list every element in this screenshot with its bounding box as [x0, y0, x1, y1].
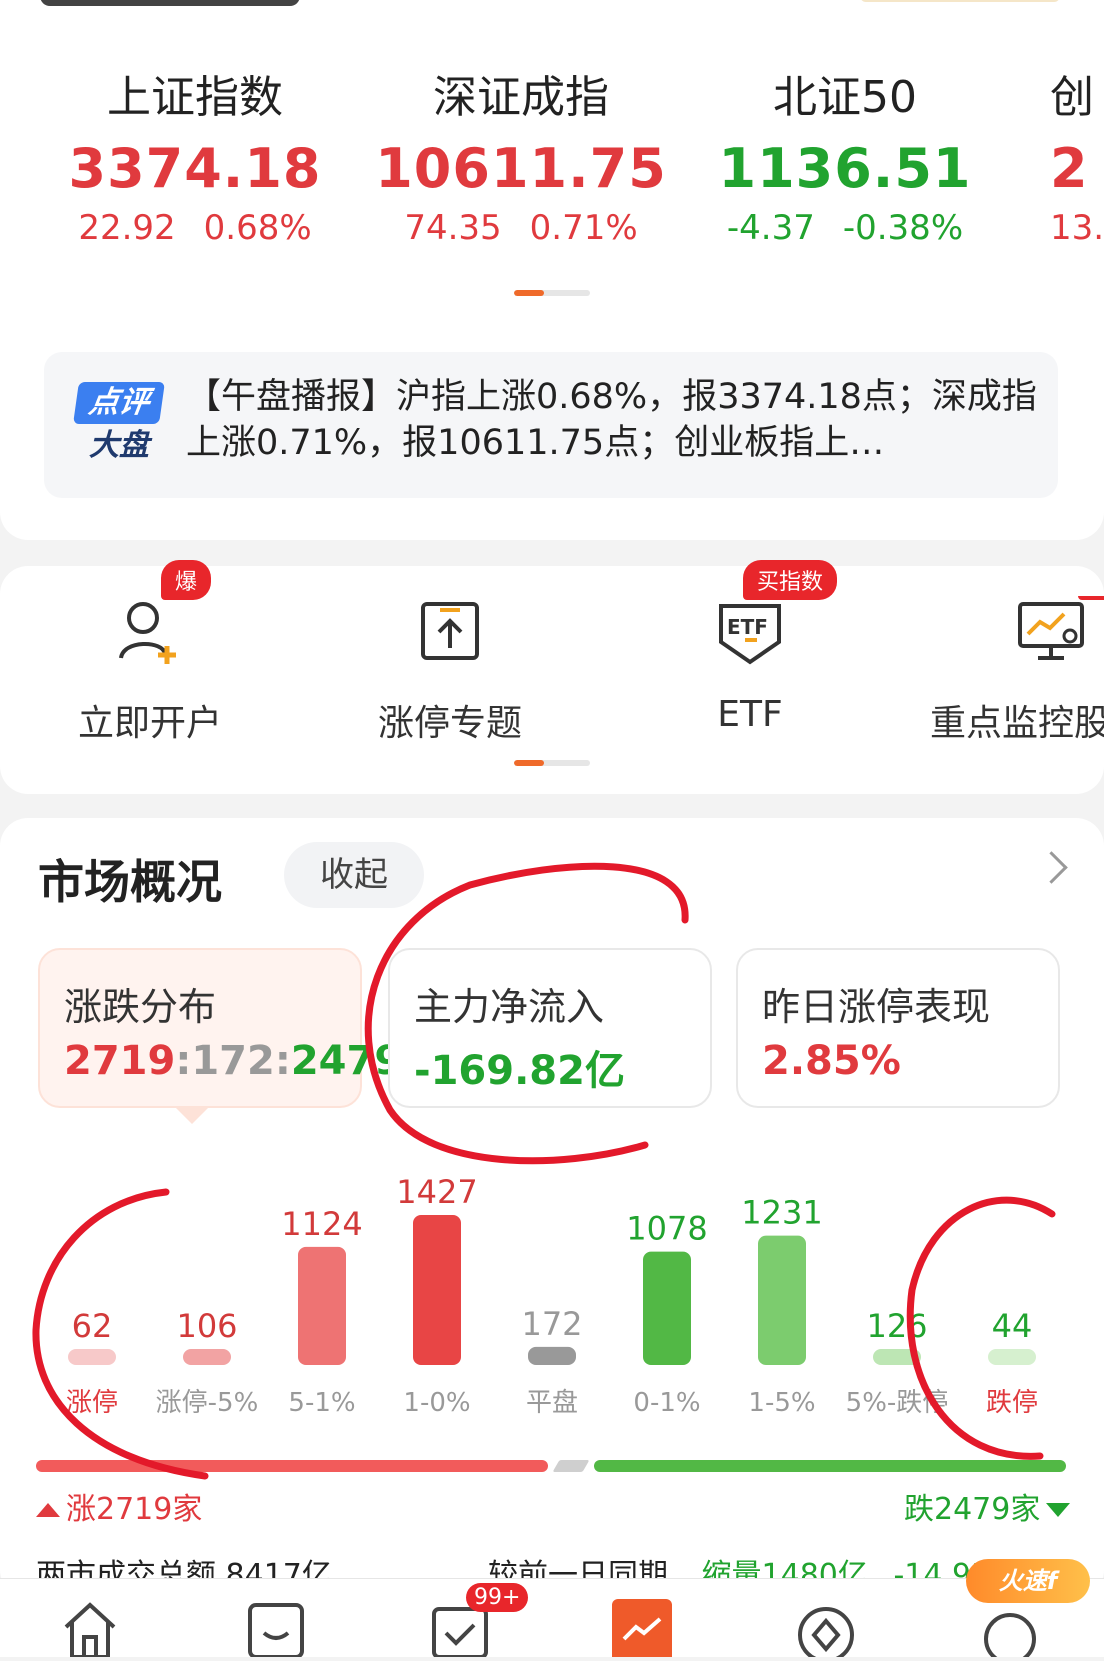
bar-category-label: 5-1%	[288, 1388, 355, 1418]
bar-value-label: 126	[866, 1307, 927, 1345]
home-icon[interactable]	[60, 1599, 120, 1659]
header-cutoff	[40, 0, 300, 6]
shortcut-pager	[514, 760, 590, 766]
promo-badge[interactable]: 火速f	[966, 1559, 1090, 1603]
index-cyb-partial[interactable]: 创 2 13.	[1050, 70, 1104, 250]
bar-category-label: 涨停-5%	[156, 1388, 259, 1418]
shortcut-label: ETF	[717, 694, 783, 735]
diamond-icon[interactable]	[796, 1599, 856, 1661]
index-name: 创	[1050, 72, 1094, 123]
bar-category-label: 1-5%	[748, 1388, 815, 1418]
shortcut-etf[interactable]: ETF 买指数 ETF	[630, 560, 870, 735]
index-change: 22.92 0.68%	[78, 208, 312, 248]
card-label: 涨跌分布	[64, 985, 217, 1029]
bar-5	[643, 1251, 691, 1365]
bar-6	[758, 1235, 806, 1365]
updown-distribution-chart: 62 涨停 106 涨停-5% 1124 5-1% 1427 1-0% 172 平盘 1078 0-1…	[66, 1173, 1038, 1418]
shortcut-badge: 爆	[161, 560, 212, 600]
bar-category-label: 平盘	[526, 1388, 578, 1418]
bar-8	[988, 1349, 1036, 1365]
ticker-pager	[514, 290, 590, 296]
bar-category-label: 5%-跌停	[846, 1388, 949, 1418]
updown-distribution-card[interactable]: 涨跌分布 2719:172:2479	[38, 948, 402, 1108]
bar-value-label: 1078	[626, 1210, 707, 1248]
yesterday-limit-up-card[interactable]: 昨日涨停表现 2.85%	[736, 948, 1060, 1108]
bar-2	[298, 1246, 346, 1365]
monitor-chart-icon: 新	[1016, 596, 1104, 666]
index-price: 3374.18	[68, 137, 322, 200]
bar-category-label: 0-1%	[633, 1388, 700, 1418]
arrow-up-icon	[36, 1503, 60, 1517]
index-price: 2	[1050, 137, 1089, 200]
news-text: 【午盘播报】沪指上涨0.68%，报3374.18点；深成指上涨0.71%，报10…	[186, 377, 1037, 463]
index-name: 深证成指	[433, 72, 609, 123]
up-split-bar	[36, 1460, 548, 1472]
index-price: 10611.75	[375, 137, 667, 200]
profile-icon[interactable]	[980, 1599, 1040, 1661]
svg-text:ETF: ETF	[727, 615, 768, 639]
user-add-icon: 爆	[115, 560, 212, 666]
index-change: 74.35 0.71%	[404, 208, 638, 248]
bar-category-label: 1-0%	[403, 1388, 470, 1418]
bar-value-label: 172	[521, 1305, 582, 1343]
news-banner[interactable]: 点评 大盘 【午盘播报】沪指上涨0.68%，报3374.18点；深成指上涨0.7…	[44, 352, 1058, 498]
dianping-logo: 点评 大盘	[73, 382, 165, 466]
chat-icon[interactable]	[246, 1599, 306, 1659]
bar-value-label: 1124	[281, 1205, 362, 1243]
shortcut-open-account[interactable]: 爆 立即开户	[30, 560, 270, 746]
upload-box-icon	[415, 596, 485, 666]
index-name: 北证50	[773, 72, 917, 123]
shortcut-badge: 新	[1078, 596, 1104, 600]
bar-3	[413, 1215, 461, 1365]
updown-ratio: 2719:172:2479	[64, 1038, 403, 1084]
calendar-check-icon[interactable]: 99+	[430, 1583, 529, 1659]
index-name: 上证指数	[107, 72, 283, 123]
bar-value-label: 1231	[741, 1194, 822, 1232]
bottom-nav: 99+ 火速f	[0, 1559, 1104, 1661]
card-label: 主力净流入	[414, 985, 605, 1029]
index-sz[interactable]: 深证成指 10611.75 74.35 0.71%	[356, 70, 686, 250]
shortcut-label: 立即开户	[77, 703, 222, 744]
index-sh[interactable]: 上证指数 3374.18 22.92 0.68%	[30, 70, 360, 250]
bar-value-label: 1427	[396, 1173, 477, 1211]
index-change: 13.	[1050, 208, 1104, 248]
market-active-icon[interactable]	[612, 1599, 672, 1657]
nav-badge: 99+	[466, 1583, 529, 1612]
bar-value-label: 44	[992, 1307, 1033, 1345]
down-count-summary: 跌2479家	[904, 1484, 1071, 1528]
index-change: -4.37 -0.38%	[726, 208, 964, 248]
main-net-inflow-card[interactable]: 主力净流入 -169.82亿	[388, 948, 712, 1108]
up-count-summary: 涨2719家	[36, 1484, 202, 1528]
net-inflow-value: -169.82亿	[414, 1048, 625, 1094]
shortcut-badge: 买指数	[743, 560, 838, 600]
bar-1	[183, 1349, 231, 1365]
shortcut-monitor[interactable]: 新 重点监控股	[930, 596, 1104, 746]
limit-up-perf-value: 2.85%	[762, 1038, 901, 1084]
collapse-button[interactable]: 收起	[284, 842, 424, 908]
bar-category-label: 涨停	[66, 1388, 118, 1418]
header-search-cutoff[interactable]	[860, 0, 1060, 2]
card-label: 昨日涨停表现	[762, 985, 991, 1029]
arrow-down-icon	[1046, 1503, 1071, 1517]
index-bz50[interactable]: 北证50 1136.51 -4.37 -0.38%	[680, 70, 1010, 250]
bar-7	[873, 1349, 921, 1365]
market-title: 市场概况	[38, 855, 222, 909]
shortcut-label: 涨停专题	[377, 703, 522, 744]
bar-value-label: 62	[72, 1307, 113, 1345]
bar-4	[528, 1346, 576, 1365]
shortcut-label: 重点监控股	[930, 703, 1104, 744]
bar-category-label: 跌停	[986, 1388, 1038, 1418]
bar-0	[68, 1349, 116, 1365]
etf-shield-icon: ETF 买指数	[715, 560, 838, 666]
bar-value-label: 106	[176, 1307, 237, 1345]
shortcut-limit-up[interactable]: 涨停专题	[330, 596, 570, 746]
down-split-bar	[594, 1460, 1066, 1472]
index-price: 1136.51	[718, 137, 972, 200]
